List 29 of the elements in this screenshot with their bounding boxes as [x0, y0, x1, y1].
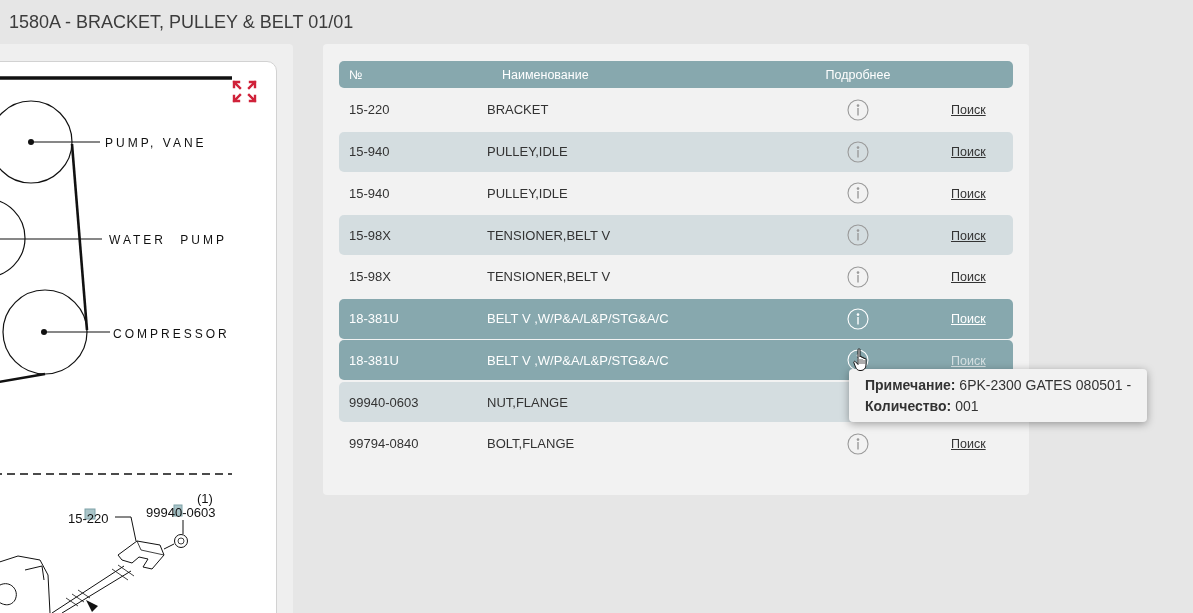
part-name-cell-text: BRACKET: [487, 102, 550, 118]
diagram-label: 99940-0603: [146, 505, 216, 520]
diagram-label: COMPRESSOR: [113, 327, 230, 341]
part-name-cell-text: BOLT,FLANGE: [487, 436, 576, 452]
page-title: 1580A - BRACKET, PULLEY & BELT 01/01: [8, 11, 355, 34]
column-header: Подробнее: [825, 67, 891, 82]
part-name-cell-text: PULLEY,IDLE: [487, 185, 569, 201]
diagram-label: PUMP, VANE: [105, 136, 207, 150]
part-number-cell-text: 15-98X: [348, 227, 392, 243]
part-name-cell-text: TENSIONER,BELT V: [487, 227, 612, 243]
diagram-label: 15-220: [68, 511, 109, 526]
part-number-cell-text: 15-98X: [348, 269, 392, 285]
part-name-cell-text: TENSIONER,BELT V: [487, 269, 612, 285]
part-number-cell-text: 15-220: [348, 102, 391, 118]
part-number-cell-text: 18-381U: [348, 352, 400, 368]
diagram-label: WATER PUMP: [109, 233, 227, 247]
column-header: №: [348, 67, 363, 82]
part-number-cell-text: 18-381U: [348, 311, 400, 326]
part-name-cell-text: PULLEY,IDLE: [487, 144, 569, 159]
part-number-cell-text: 15-940: [348, 185, 391, 201]
tooltip-quantity: Количество: 001: [865, 397, 980, 417]
part-name-cell-text: BELT V ,W/P&A/L&P/STG&A/C: [487, 352, 670, 368]
part-number-cell-text: 15-940: [348, 144, 391, 159]
part-name-cell-text: NUT,FLANGE: [487, 394, 569, 410]
part-number-cell-text: 99940-0603: [348, 394, 420, 410]
part-number-cell-text: 99794-0840: [348, 436, 420, 452]
column-header: Наименование: [501, 67, 589, 82]
part-name-cell-text: BELT V ,W/P&A/L&P/STG&A/C: [487, 311, 670, 326]
diagram-label: (1): [197, 491, 213, 506]
